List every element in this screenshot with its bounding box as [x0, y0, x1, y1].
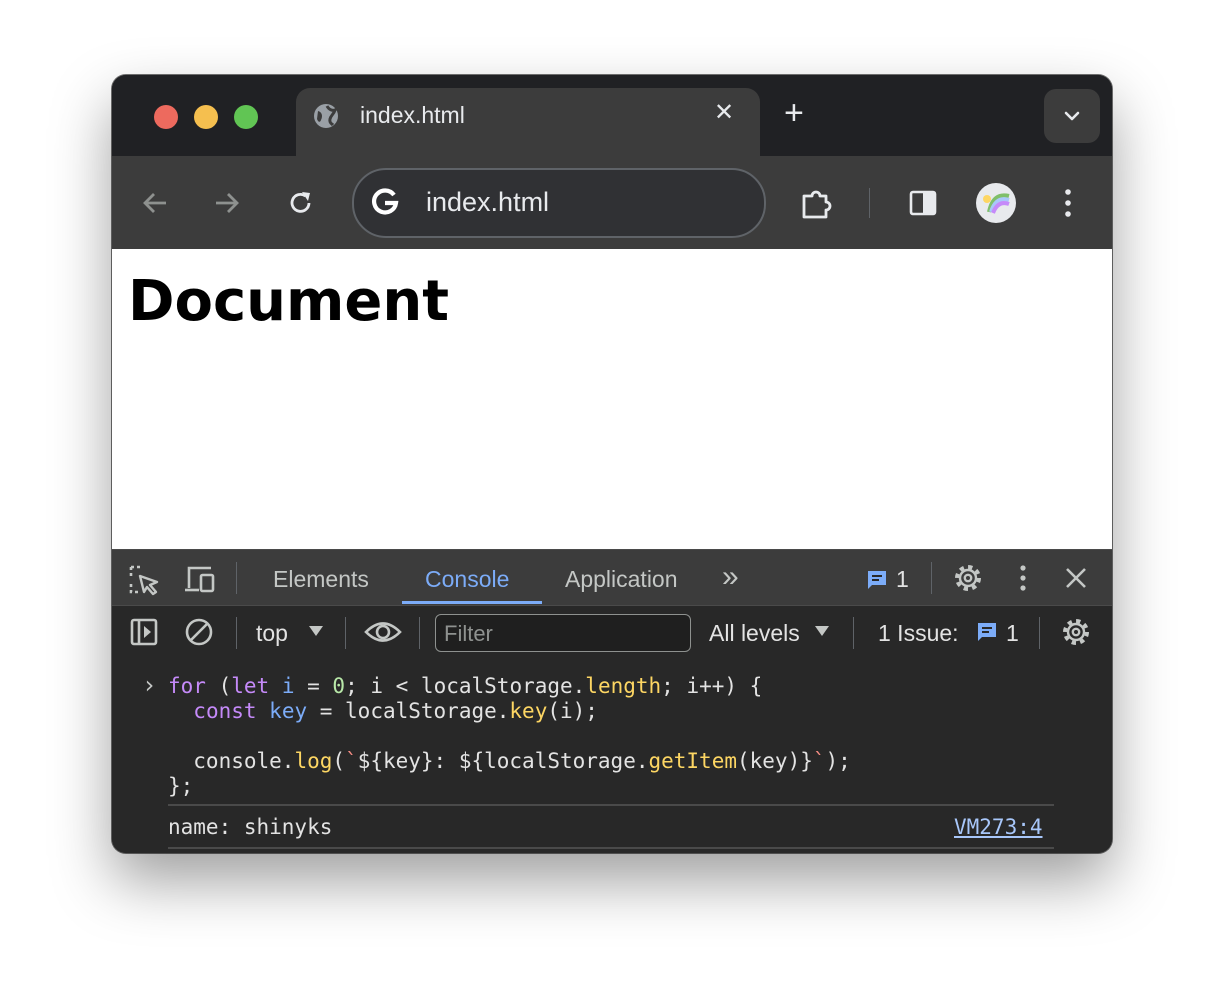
minimize-window-button[interactable] [194, 105, 218, 129]
issues-label[interactable]: 1 Issue: [878, 620, 959, 647]
devtools-divider [236, 562, 237, 594]
tab-title: index.html [360, 102, 465, 128]
browser-toolbar: index.html [112, 156, 1112, 249]
device-toolbar-icon[interactable] [183, 564, 217, 594]
active-tab-indicator [402, 601, 542, 604]
address-bar[interactable]: index.html [352, 168, 766, 238]
issues-badge-count[interactable]: 1 [1006, 620, 1019, 647]
globe-icon [314, 104, 338, 128]
console-toolbar-divider [1039, 617, 1040, 649]
devtools-menu-kebab-icon[interactable] [1016, 564, 1030, 592]
browser-window: index.html ✕ + index.html Document Eleme… [112, 75, 1112, 853]
live-expression-eye-icon[interactable] [364, 617, 402, 647]
context-selector[interactable]: top [256, 620, 288, 647]
dropdown-arrow-icon[interactable] [308, 624, 324, 638]
devtools-divider [931, 562, 932, 594]
console-toolbar-divider [853, 617, 854, 649]
tab-console[interactable]: Console [425, 566, 509, 593]
devtools-tab-bar: Elements Console Application » 1 [112, 549, 1112, 606]
issues-message-icon[interactable] [976, 621, 998, 643]
log-levels-dropdown[interactable]: All levels [709, 620, 800, 647]
settings-gear-icon[interactable] [952, 562, 984, 594]
address-text: index.html [426, 187, 550, 217]
page-heading: Document [128, 269, 449, 334]
extensions-puzzle-icon[interactable] [800, 186, 836, 222]
clear-console-icon[interactable] [184, 617, 214, 647]
close-window-button[interactable] [154, 105, 178, 129]
code-line[interactable]: console.log(`${key}: ${localStorage.getI… [168, 749, 851, 774]
title-bar: index.html ✕ + [112, 75, 1112, 156]
more-tabs-chevron-icon[interactable]: » [722, 560, 739, 594]
forward-arrow-icon[interactable] [212, 188, 242, 218]
console-toolbar: top Filter All levels 1 Issue: 1 [112, 605, 1112, 661]
reload-icon[interactable] [286, 188, 316, 218]
menu-kebab-icon[interactable] [1059, 186, 1077, 220]
page-viewport: Document [112, 249, 1112, 549]
browser-tab[interactable]: index.html ✕ [296, 88, 760, 156]
console-toolbar-divider [236, 617, 237, 649]
console-filter-input[interactable]: Filter [435, 614, 691, 652]
issues-count[interactable]: 1 [896, 566, 909, 593]
console-output-message: name: shinyks [168, 815, 333, 839]
side-panel-icon[interactable] [908, 188, 938, 218]
message-divider [168, 804, 1054, 806]
console-toolbar-divider [419, 617, 420, 649]
inspect-element-icon[interactable] [128, 564, 160, 596]
issues-message-icon[interactable] [866, 569, 888, 591]
prompt-chevron-icon: › [142, 671, 157, 699]
console-toolbar-divider [345, 617, 346, 649]
code-line[interactable]: }; [168, 774, 193, 799]
new-tab-button[interactable]: + [784, 96, 804, 130]
code-line[interactable]: const key = localStorage.key(i); [168, 699, 598, 724]
console-panel: › for (let i = 0; i < localStorage.lengt… [112, 660, 1112, 853]
filter-placeholder: Filter [444, 621, 493, 646]
tab-elements[interactable]: Elements [273, 566, 369, 593]
chevron-down-icon [1064, 111, 1080, 121]
close-tab-icon[interactable]: ✕ [714, 98, 734, 127]
maximize-window-button[interactable] [234, 105, 258, 129]
back-arrow-icon[interactable] [140, 188, 170, 218]
dropdown-arrow-icon[interactable] [814, 624, 830, 638]
tab-application[interactable]: Application [565, 566, 678, 593]
tab-search-button[interactable] [1044, 89, 1100, 143]
google-g-icon [372, 188, 399, 215]
toolbar-divider [869, 188, 870, 218]
source-link[interactable]: VM273:4 [954, 815, 1043, 839]
sidebar-toggle-icon[interactable] [129, 617, 159, 647]
message-divider [168, 847, 1054, 849]
console-settings-gear-icon[interactable] [1060, 616, 1092, 648]
profile-avatar-icon[interactable] [975, 182, 1017, 224]
close-devtools-icon[interactable] [1064, 566, 1088, 590]
code-line[interactable]: for (let i = 0; i < localStorage.length;… [168, 674, 762, 699]
